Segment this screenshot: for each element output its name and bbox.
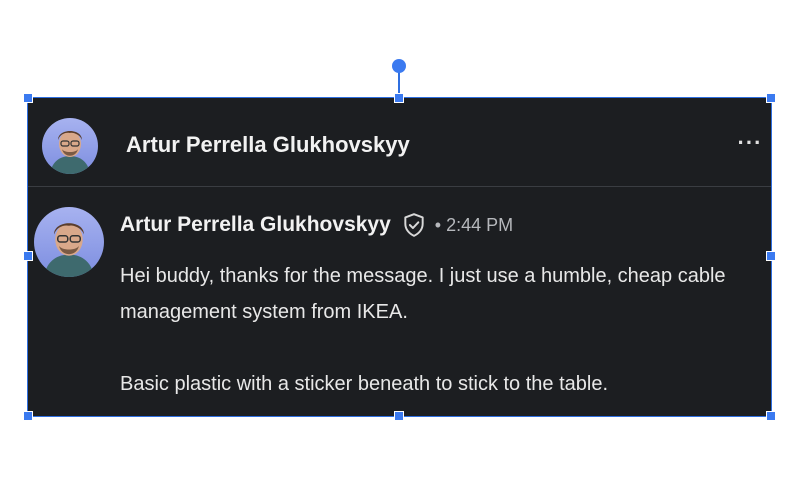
resize-handle-top-right[interactable] bbox=[766, 93, 776, 103]
message-paragraph: Basic plastic with a sticker beneath to … bbox=[120, 373, 609, 395]
message-avatar[interactable] bbox=[34, 207, 104, 277]
person-avatar-icon bbox=[42, 118, 98, 174]
header-title: Artur Perrella Glukhovskyy bbox=[126, 132, 410, 157]
message-header: Artur Perrella Glukhovskyy • 2:44 PM bbox=[120, 212, 513, 238]
message-author[interactable]: Artur Perrella Glukhovskyy bbox=[120, 213, 391, 237]
selected-message-card[interactable]: Artur Perrella Glukhovskyy ··· Artur Per… bbox=[28, 98, 771, 416]
shield-check-icon bbox=[401, 212, 427, 238]
header-avatar[interactable] bbox=[42, 118, 98, 174]
message-item: Artur Perrella Glukhovskyy • 2:44 PM Hei… bbox=[28, 188, 771, 416]
resize-handle-right[interactable] bbox=[766, 251, 776, 261]
resize-handle-top-left[interactable] bbox=[23, 93, 33, 103]
message-body: Hei buddy, thanks for the message. I jus… bbox=[120, 258, 760, 402]
rotate-handle[interactable] bbox=[392, 59, 406, 73]
message-timestamp: • 2:44 PM bbox=[434, 214, 514, 235]
resize-handle-left[interactable] bbox=[23, 251, 33, 261]
more-options-button[interactable]: ··· bbox=[735, 128, 765, 158]
message-paragraph: Hei buddy, thanks for the message. I jus… bbox=[120, 265, 726, 323]
resize-handle-bottom-left[interactable] bbox=[23, 411, 33, 421]
resize-handle-top[interactable] bbox=[394, 93, 404, 103]
canvas: Artur Perrella Glukhovskyy ··· Artur Per… bbox=[0, 0, 800, 500]
person-avatar-icon bbox=[34, 207, 104, 277]
card-header: Artur Perrella Glukhovskyy ··· bbox=[28, 98, 771, 187]
resize-handle-bottom[interactable] bbox=[394, 411, 404, 421]
resize-handle-bottom-right[interactable] bbox=[766, 411, 776, 421]
